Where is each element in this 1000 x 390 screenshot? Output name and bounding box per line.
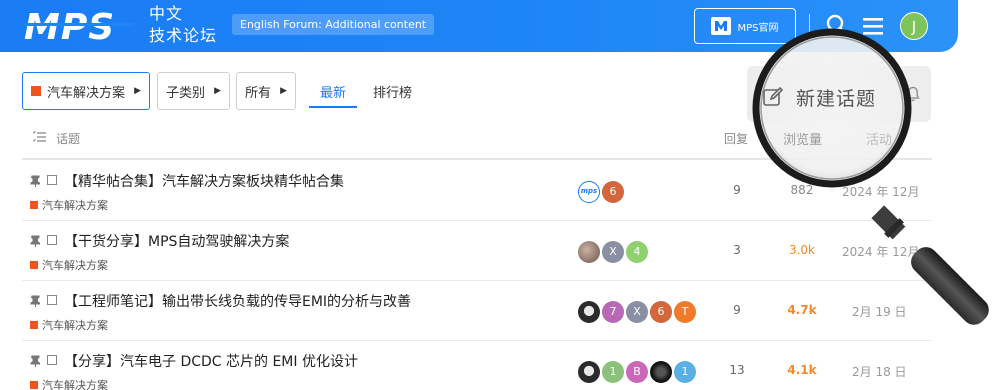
- new-topic-label[interactable]: 新建话题: [796, 84, 876, 111]
- category-filter-label: 汽车解决方案: [47, 85, 126, 101]
- hamburger-menu-icon[interactable]: [862, 16, 884, 36]
- category-color-square: [30, 321, 38, 329]
- reply-count: 13: [729, 363, 745, 377]
- mps-site-button[interactable]: MPS官网: [694, 8, 796, 44]
- poster-avatar-photo[interactable]: [578, 361, 600, 383]
- subcategory-filter-label: 子类别: [166, 85, 206, 101]
- topic-category-label: 汽车解决方案: [42, 199, 108, 212]
- mps-logo[interactable]: MPS: [24, 8, 134, 44]
- topic-row[interactable]: 【工程师笔记】输出带长线负载的传导EMI的分析与改善 汽车解决方案 7 X 6 …: [22, 281, 932, 341]
- pin-icon: [30, 235, 40, 247]
- tab-latest[interactable]: 最新: [320, 82, 346, 101]
- poster-avatar-photo[interactable]: [578, 301, 600, 323]
- column-header-replies[interactable]: 回复: [724, 130, 748, 147]
- poster-avatar[interactable]: mps: [578, 181, 600, 203]
- select-checkbox[interactable]: [47, 235, 57, 245]
- list-sort-icon: [33, 131, 46, 142]
- topic-row[interactable]: 【分享】汽车电子 DCDC 芯片的 EMI 优化设计 汽车解决方案 1 B 1 …: [22, 341, 932, 390]
- poster-avatar[interactable]: 7: [602, 301, 624, 323]
- reply-count: 9: [733, 183, 741, 197]
- last-activity[interactable]: 2月 18 日: [852, 363, 907, 380]
- topic-posters: 7 X 6 T: [578, 301, 696, 323]
- topic-category[interactable]: 汽车解决方案: [30, 317, 108, 333]
- last-activity[interactable]: 2024 年 12月: [842, 243, 919, 260]
- category-color-square: [31, 86, 41, 96]
- view-count: 4.1k: [787, 363, 817, 377]
- mps-site-label: MPS官网: [737, 22, 779, 34]
- poster-avatar-photo[interactable]: [650, 361, 672, 383]
- topic-posters: 1 B 1: [578, 361, 696, 383]
- topic-row[interactable]: 【精华帖合集】汽车解决方案板块精华帖合集 汽车解决方案 mps 6 9 882 …: [22, 161, 932, 221]
- poster-avatar[interactable]: 1: [602, 361, 624, 383]
- category-filter[interactable]: 汽车解决方案 ▶: [22, 72, 150, 110]
- site-name-line2: 技术论坛: [149, 26, 218, 45]
- topic-category-label: 汽车解决方案: [42, 379, 108, 390]
- magnified-activity-header: 活动: [866, 133, 893, 148]
- pin-icon: [30, 175, 40, 187]
- pin-icon: [30, 355, 40, 367]
- topic-posters: X 4: [578, 241, 648, 263]
- poster-avatar[interactable]: X: [602, 241, 624, 263]
- select-checkbox[interactable]: [47, 175, 57, 185]
- site-name-line1: 中文: [149, 4, 184, 23]
- user-avatar[interactable]: J: [900, 12, 928, 40]
- reply-count: 9: [733, 303, 741, 317]
- view-count: 3.0k: [788, 243, 816, 257]
- site-name: 中文 技术论坛: [149, 3, 217, 47]
- search-icon[interactable]: [826, 14, 848, 38]
- topic-title[interactable]: 【分享】汽车电子 DCDC 芯片的 EMI 优化设计: [64, 351, 358, 371]
- mps-m-icon: [711, 17, 732, 35]
- view-count: 882: [790, 183, 814, 197]
- reply-count: 3: [733, 243, 741, 257]
- category-color-square: [30, 261, 38, 269]
- topic-posters: mps 6: [578, 181, 624, 203]
- bell-icon[interactable]: [906, 86, 920, 102]
- edit-pen-icon: [763, 86, 784, 106]
- column-header-topic[interactable]: 话题: [56, 130, 80, 147]
- poster-avatar[interactable]: B: [626, 361, 648, 383]
- poster-avatar[interactable]: 6: [602, 181, 624, 203]
- magnified-views-header: 浏览量: [783, 133, 823, 148]
- header-divider: [809, 14, 810, 38]
- topic-category-label: 汽车解决方案: [42, 259, 108, 272]
- tab-leaderboard[interactable]: 排行榜: [373, 82, 412, 101]
- view-count: 4.7k: [787, 303, 817, 317]
- subcategory-filter[interactable]: 子类别 ▶: [157, 72, 230, 110]
- active-tab-underline: [309, 106, 357, 108]
- select-checkbox[interactable]: [47, 295, 57, 305]
- topic-category[interactable]: 汽车解决方案: [30, 257, 108, 273]
- caret-right-icon: ▶: [280, 86, 287, 96]
- topic-title[interactable]: 【干货分享】MPS自动驾驶解决方案: [64, 231, 289, 251]
- topic-category[interactable]: 汽车解决方案: [30, 197, 108, 213]
- pin-icon: [30, 295, 40, 307]
- last-activity[interactable]: 2月 19 日: [852, 303, 907, 320]
- tags-filter-label: 所有: [245, 85, 272, 101]
- header-divider-line: [22, 158, 932, 160]
- topic-category[interactable]: 汽车解决方案: [30, 377, 108, 390]
- topic-row[interactable]: 【干货分享】MPS自动驾驶解决方案 汽车解决方案 X 4 3 3.0k 2024…: [22, 221, 932, 281]
- english-forum-link[interactable]: English Forum: Additional content: [232, 14, 435, 35]
- caret-right-icon: ▶: [134, 86, 141, 96]
- last-activity[interactable]: 2024 年 12月: [842, 183, 919, 200]
- category-color-square: [30, 381, 38, 389]
- poster-avatar[interactable]: 6: [650, 301, 672, 323]
- site-header: MPS 中文 技术论坛 English Forum: Additional co…: [0, 0, 958, 52]
- topic-title[interactable]: 【工程师笔记】输出带长线负载的传导EMI的分析与改善: [64, 291, 411, 311]
- poster-avatar[interactable]: 4: [626, 241, 648, 263]
- poster-avatar[interactable]: 1: [674, 361, 696, 383]
- category-color-square: [30, 201, 38, 209]
- select-checkbox[interactable]: [47, 355, 57, 365]
- caret-right-icon: ▶: [214, 86, 221, 96]
- topic-title[interactable]: 【精华帖合集】汽车解决方案板块精华帖合集: [64, 171, 344, 191]
- poster-avatar-photo[interactable]: [578, 241, 600, 263]
- tags-filter[interactable]: 所有 ▶: [236, 72, 296, 110]
- topic-category-label: 汽车解决方案: [42, 319, 108, 332]
- poster-avatar[interactable]: X: [626, 301, 648, 323]
- poster-avatar[interactable]: T: [674, 301, 696, 323]
